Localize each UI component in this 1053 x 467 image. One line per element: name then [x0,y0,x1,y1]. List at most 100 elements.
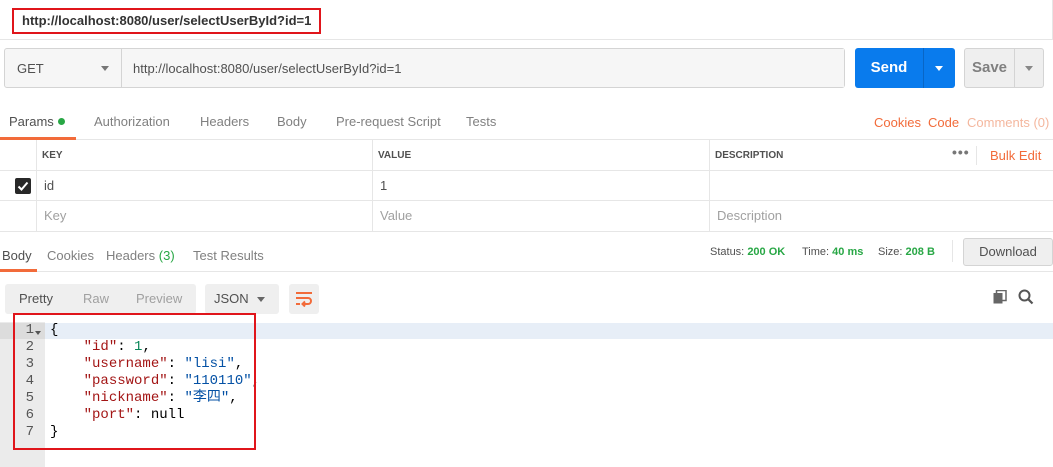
headers-count-badge: (3) [158,248,175,263]
json-value: "110110" [184,373,252,389]
json-brace: } [50,424,59,440]
save-options-button[interactable] [1014,49,1043,87]
code-line: "username": "lisi", [83,356,244,372]
request-tab-bar: http://localhost:8080/user/selectUserByI… [0,0,1053,40]
save-button[interactable]: Save [964,48,1044,88]
param-value[interactable]: 1 [380,178,387,193]
tab-label: Headers [106,248,156,263]
cookies-link[interactable]: Cookies [874,115,921,130]
json-value: "lisi" [184,356,235,372]
time-label: Time: [802,246,830,258]
param-key[interactable]: id [44,178,54,193]
json-key: "password" [83,373,168,389]
tab-pre-request-script[interactable]: Pre-request Script [336,114,441,129]
line-number: 6 [25,407,34,423]
new-key-input[interactable]: Key [44,208,66,223]
method-label: GET [17,60,44,76]
divider [976,146,977,165]
line-number: 1 [25,322,34,338]
line-number: 3 [25,356,34,372]
time-value[interactable]: 40 ms [832,246,863,258]
json-value: 1 [134,339,143,355]
column-header-key: KEY [42,150,63,161]
line-number: 2 [25,339,34,355]
status-label: Status: [710,246,745,258]
new-description-input[interactable]: Description [717,208,782,223]
request-bar: GET [4,48,845,88]
comments-link[interactable]: Comments (0) [967,115,1049,130]
view-mode-group: Pretty Raw Preview [5,284,196,314]
wrap-lines-button[interactable] [289,284,319,314]
send-button[interactable]: Send [855,48,955,88]
json-key: "nickname" [83,390,168,406]
params-table: KEY VALUE DESCRIPTION ••• Bulk Edit id 1… [0,140,1053,232]
more-options-icon[interactable]: ••• [952,144,970,160]
tab-body[interactable]: Body [277,114,307,129]
column-header-description: DESCRIPTION [715,150,784,161]
time-meta: Time: 40 ms [802,246,863,258]
code-line: } [50,424,58,441]
param-enabled-checkbox[interactable] [15,178,31,194]
divider [952,240,953,262]
code-link[interactable]: Code [928,115,959,130]
download-button[interactable]: Download [963,238,1053,266]
save-label: Save [971,59,1008,76]
line-number: 5 [25,390,34,406]
json-key: "username" [83,356,168,372]
tab-response-body[interactable]: Body [2,248,32,263]
request-tab-title[interactable]: http://localhost:8080/user/selectUserByI… [12,8,322,34]
chevron-down-icon [101,66,109,71]
line-number-gutter: 1 2 3 4 5 6 7 [0,322,45,467]
code-line: "nickname": "李四", [83,390,238,406]
json-key: "port" [83,407,135,423]
status-value[interactable]: 200 OK [747,246,785,258]
table-row: Key Value Description [0,201,1053,231]
new-value-input[interactable]: Value [380,208,412,223]
code-line: "password": "110110", [83,373,261,389]
tab-response-cookies[interactable]: Cookies [47,248,94,263]
format-label: JSON [214,291,249,306]
active-line-highlight [45,323,1053,339]
copy-icon[interactable] [993,290,1007,304]
url-input[interactable] [122,49,844,87]
view-pretty-button[interactable]: Pretty [19,291,53,306]
table-header-row: KEY VALUE DESCRIPTION ••• Bulk Edit [0,140,1053,171]
tab-tests[interactable]: Tests [466,114,496,129]
format-select[interactable]: JSON [205,284,279,314]
tab-response-headers[interactable]: Headers (3) [106,248,175,263]
tab-params[interactable]: Params [9,114,65,129]
checkmark-icon [17,181,29,191]
bulk-edit-link[interactable]: Bulk Edit [990,148,1041,163]
view-preview-button[interactable]: Preview [136,291,182,306]
size-meta: Size: 208 B [878,246,935,258]
wrap-lines-icon [296,292,312,307]
chevron-down-icon [1025,66,1033,71]
size-label: Size: [878,246,903,258]
send-label: Send [870,59,908,76]
fold-arrow-icon[interactable] [35,331,41,335]
code-line: "id": 1, [83,339,151,355]
json-value: null [150,407,185,423]
status-meta: Status: 200 OK [710,246,785,258]
tab-headers[interactable]: Headers [200,114,249,129]
view-raw-button[interactable]: Raw [83,291,109,306]
response-body-editor[interactable]: 1 2 3 4 5 6 7 { "id": 1, "username": "li… [0,322,1053,467]
json-value: "李四" [184,390,230,406]
code-line: { [50,322,58,339]
response-toolbar: Pretty Raw Preview JSON [0,272,1053,322]
search-icon[interactable] [1018,289,1034,305]
response-tabs: Body Cookies Headers (3) Test Results St… [0,238,1053,272]
tab-test-results[interactable]: Test Results [193,248,264,263]
status-dot-icon [57,118,65,125]
send-options-button[interactable] [923,48,955,88]
line-number: 7 [25,424,34,440]
json-key: "id" [83,339,118,355]
chevron-down-icon [257,297,265,302]
table-row: id 1 [0,171,1053,201]
tab-label: Params [9,114,54,129]
tab-authorization[interactable]: Authorization [94,114,170,129]
method-select[interactable]: GET [5,49,122,87]
size-value[interactable]: 208 B [906,246,935,258]
code-line: "port": null [83,407,185,423]
column-header-value: VALUE [378,150,412,161]
